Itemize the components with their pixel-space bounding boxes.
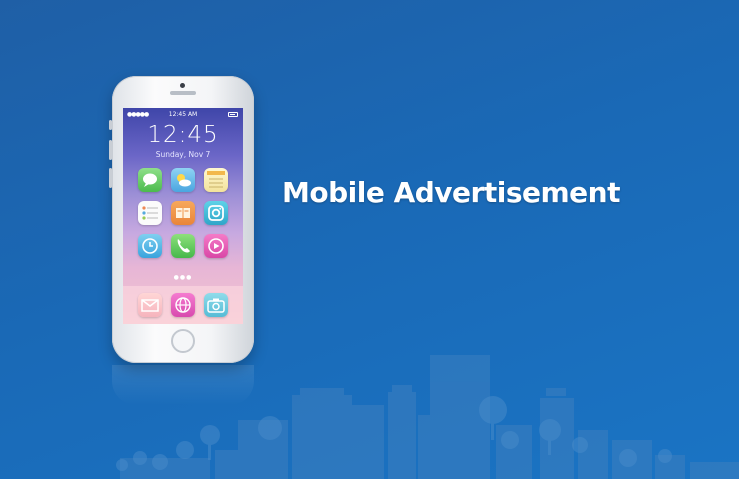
- camera-icon: [204, 293, 228, 317]
- smartphone: ●●●●● 12:45 AM 12:45 Sunday, Nov 7 ●●●: [109, 76, 254, 363]
- mail-icon: [138, 293, 162, 317]
- battery-icon: [228, 112, 238, 117]
- earpiece-speaker: [170, 91, 196, 95]
- headline: Mobile Advertisement: [282, 176, 620, 209]
- phone-icon: [171, 234, 195, 258]
- notes-icon: [204, 168, 228, 192]
- volume-down-button: [109, 168, 112, 188]
- page-indicator: ●●●: [173, 274, 193, 281]
- mute-switch: [109, 120, 112, 130]
- city-skyline-silhouette: [116, 355, 739, 479]
- camera-app-icon: [204, 201, 228, 225]
- status-bar: ●●●●● 12:45 AM: [123, 110, 243, 120]
- status-bar-time: 12:45 AM: [168, 111, 198, 118]
- books-icon: [171, 201, 195, 225]
- browser-icon: [171, 293, 195, 317]
- video-icon: [204, 234, 228, 258]
- home-button: [171, 329, 195, 353]
- weather-icon: [171, 168, 195, 192]
- lockscreen-date: Sunday, Nov 7: [155, 150, 211, 159]
- phone-reflection: [112, 365, 254, 405]
- lockscreen-clock: 12:45: [147, 122, 219, 148]
- front-camera: [180, 83, 185, 88]
- reminders-icon: [138, 201, 162, 225]
- clock-icon: [138, 234, 162, 258]
- volume-up-button: [109, 140, 112, 160]
- phone-screen: ●●●●● 12:45 AM 12:45 Sunday, Nov 7 ●●●: [123, 108, 243, 324]
- messages-icon: [138, 168, 162, 192]
- app-dock: [123, 286, 243, 324]
